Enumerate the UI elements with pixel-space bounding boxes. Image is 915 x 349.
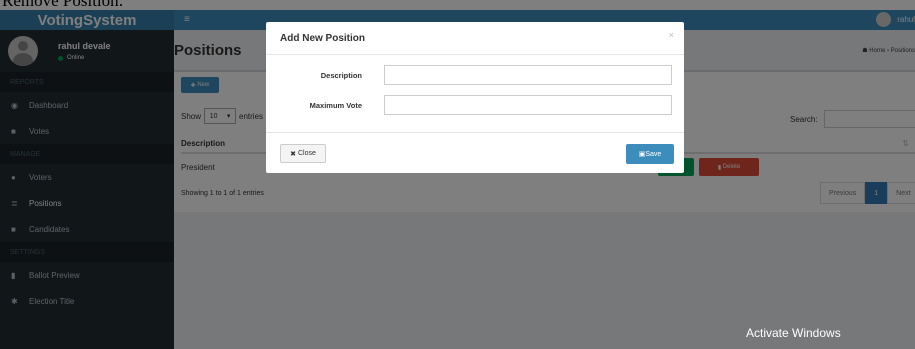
- sidebar-item-positions[interactable]: ≣ Positions: [0, 190, 174, 216]
- column-description[interactable]: Description: [181, 139, 225, 148]
- sidebar: VotingSystem rahul devale Online REPORTS…: [0, 10, 174, 349]
- home-icon: ☗: [862, 48, 868, 54]
- sidebar-header-manage: MANAGE: [0, 144, 174, 164]
- save-button[interactable]: ▣ Save: [626, 144, 674, 164]
- avatar: [8, 36, 38, 66]
- online-dot-icon: [58, 55, 63, 61]
- search-filter: Search:: [790, 110, 915, 128]
- close-icon[interactable]: ×: [669, 30, 674, 40]
- brand-logo[interactable]: VotingSystem: [0, 10, 174, 30]
- user-name: rahul devale: [58, 41, 111, 51]
- page-title: Positions: [174, 42, 242, 59]
- top-user-menu[interactable]: rahul: [876, 12, 915, 27]
- lock-icon: ■: [11, 126, 16, 136]
- tasks-icon: ≣: [11, 198, 18, 208]
- breadcrumb-home[interactable]: Home: [869, 48, 885, 54]
- delete-button[interactable]: ▮ Delete: [699, 158, 759, 176]
- user-panel: rahul devale Online: [0, 30, 174, 72]
- pager-next[interactable]: Next: [887, 182, 915, 204]
- pager-previous[interactable]: Previous: [820, 182, 866, 204]
- top-avatar: [876, 12, 892, 27]
- floppy-disk-icon: ▣: [638, 151, 646, 158]
- max-vote-label: Maximum Vote: [309, 101, 362, 110]
- sidebar-item-voters[interactable]: ● Voters: [0, 164, 174, 190]
- entries-length: Show 10 ▾ entries: [181, 108, 263, 124]
- activate-windows-watermark: Activate Windows: [746, 326, 841, 340]
- description-label: Description: [320, 71, 362, 80]
- breadcrumb: ☗ Home › Positions: [862, 48, 915, 54]
- file-icon: ▮: [11, 270, 16, 280]
- times-icon: ✖: [290, 150, 298, 158]
- search-input[interactable]: [823, 110, 915, 128]
- sort-icon: ⇅: [902, 138, 909, 148]
- pagination: Previous 1 Next: [820, 182, 915, 204]
- sidebar-header-settings: SETTINGS: [0, 242, 174, 262]
- caption-text: Remove Position:: [0, 0, 915, 10]
- user-status: Online: [58, 55, 111, 61]
- plus-icon: ✚: [190, 82, 198, 89]
- menu-toggle-icon[interactable]: ≡: [184, 14, 190, 25]
- cog-icon: ✱: [11, 296, 18, 306]
- breadcrumb-current: Positions: [890, 48, 915, 54]
- sidebar-header-reports: REPORTS: [0, 72, 174, 92]
- chevron-down-icon: ▾: [226, 113, 231, 120]
- sidebar-item-election-title[interactable]: ✱ Election Title: [0, 288, 174, 314]
- sidebar-item-votes[interactable]: ■ Votes: [0, 118, 174, 144]
- description-input[interactable]: [384, 65, 672, 85]
- sidebar-item-ballot-preview[interactable]: ▮ Ballot Preview: [0, 262, 174, 288]
- add-position-modal: Add New Position × Description Maximum V…: [266, 22, 684, 173]
- users-icon: ●: [11, 172, 16, 182]
- black-tie-icon: ■: [11, 224, 16, 234]
- max-vote-input[interactable]: [384, 95, 672, 115]
- sidebar-item-dashboard[interactable]: ◉ Dashboard: [0, 92, 174, 118]
- table-info: Showing 1 to 1 of 1 entries: [181, 190, 264, 197]
- new-position-button[interactable]: ✚ New: [181, 77, 219, 93]
- modal-title: Add New Position: [280, 33, 365, 44]
- entries-select[interactable]: 10 ▾: [204, 108, 237, 124]
- pager-page-1[interactable]: 1: [865, 182, 888, 204]
- dashboard-icon: ◉: [11, 100, 18, 110]
- sidebar-item-candidates[interactable]: ■ Candidates: [0, 216, 174, 242]
- close-button[interactable]: ✖ Close: [280, 144, 326, 163]
